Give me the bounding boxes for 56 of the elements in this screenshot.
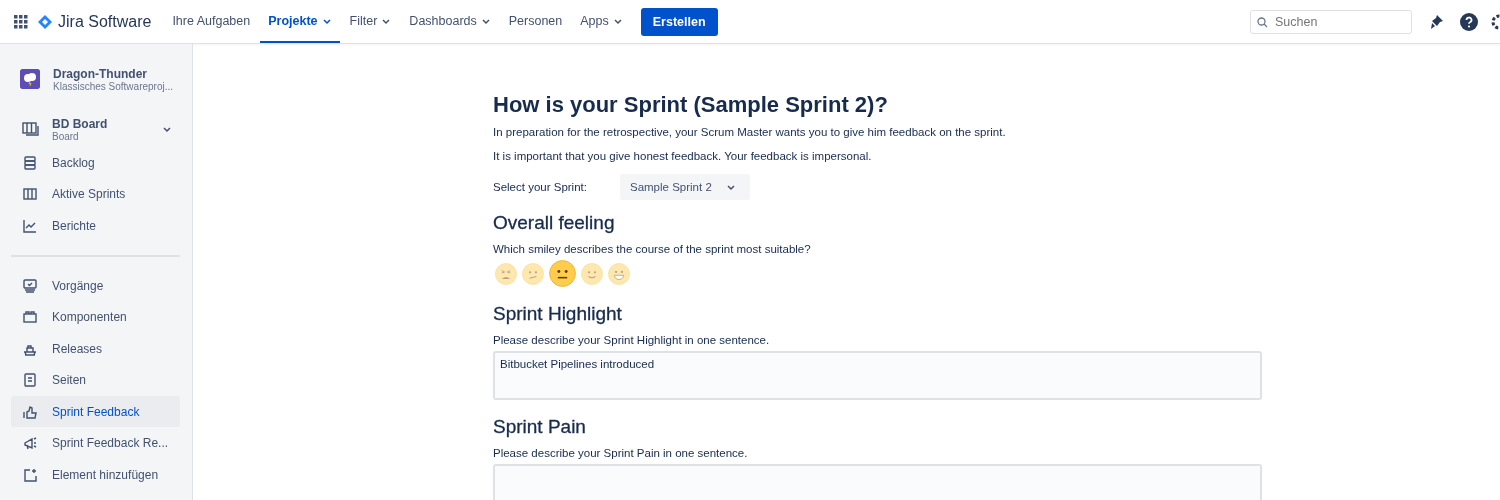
diamond-logo-icon: [38, 14, 52, 29]
sidebar-item[interactable]: Vorgänge: [11, 270, 180, 301]
settings-icon[interactable]: [1490, 12, 1500, 31]
help-icon[interactable]: [1460, 12, 1478, 31]
nav-tab[interactable]: Ihre Aufgaben: [164, 0, 259, 43]
sidebar-item[interactable]: Aktive Sprints: [11, 178, 180, 210]
section-heading: Sprint Highlight: [493, 303, 623, 325]
sprint-dropdown[interactable]: Sample Sprint 2: [619, 174, 750, 200]
field-label: Select your Sprint:: [493, 181, 587, 193]
intro-text: In preparation for the retrospective, your Scrum Master wants you to give him feedback on the sprint.: [493, 126, 1007, 138]
product-name[interactable]: Jira Software: [58, 12, 152, 31]
nav-tab[interactable]: Projekte: [260, 0, 340, 43]
page-title: How is your Sprint (Sample Sprint 2)?: [493, 92, 889, 118]
page-icon: [22, 372, 38, 388]
megaphone-icon: [22, 435, 38, 451]
nav-tab[interactable]: Apps: [572, 0, 631, 43]
chevron-down-icon: [725, 182, 736, 192]
columns-icon: [22, 186, 38, 202]
add-item-icon: [22, 466, 38, 483]
neutral-face-icon[interactable]: [549, 260, 576, 287]
sidebar-item[interactable]: Komponenten: [11, 301, 180, 333]
sidebar-item[interactable]: Releases: [11, 333, 180, 364]
sidebar-item[interactable]: Backlog: [11, 147, 180, 178]
answer-field[interactable]: Bitbucket Pipelines introduced: [493, 351, 1262, 400]
stack-icon: [22, 154, 38, 171]
chevron-down-icon: [162, 124, 172, 134]
sidebar-item[interactable]: Sprint Feedback Re...: [11, 427, 180, 459]
question-text: Please describe your Sprint Highlight in one sentence.: [493, 334, 771, 346]
box-icon: [22, 309, 38, 325]
nav-tab[interactable]: Personen: [500, 0, 571, 43]
answer-field[interactable]: [493, 464, 1262, 500]
monitor-icon: [22, 277, 38, 294]
question-text: Please describe your Sprint Pain in one sentence.: [493, 447, 749, 459]
intro-text: It is important that you give honest feedback. Your feedback is impersonal.: [493, 150, 873, 162]
sidebar-item[interactable]: Seiten: [11, 364, 180, 396]
line-chart-icon: [22, 217, 38, 234]
sidebar-item[interactable]: Berichte: [11, 210, 180, 241]
sidebar-item[interactable]: Element hinzufügen: [11, 459, 180, 490]
sidebar-item[interactable]: Sprint Feedback: [11, 396, 180, 427]
board-subtitle: Board: [52, 130, 80, 142]
notification-icon[interactable]: [1428, 13, 1444, 30]
project-name[interactable]: Dragon-Thunder: [53, 66, 174, 81]
board-name[interactable]: BD Board: [52, 116, 108, 131]
thumbs-up-icon: [22, 403, 38, 420]
nav-tab[interactable]: Dashboards: [401, 0, 499, 43]
question-text: Which smiley describes the course of the sprint most suitable?: [493, 243, 812, 255]
app-grid-icon[interactable]: [14, 14, 28, 29]
nav-tab[interactable]: Filter: [341, 0, 400, 43]
section-heading: Overall feeling: [493, 212, 616, 234]
search-field[interactable]: Suchen: [1250, 9, 1412, 34]
project-avatar-icon[interactable]: [20, 69, 40, 89]
create-button[interactable]: Erstellen: [640, 7, 718, 36]
section-heading: Sprint Pain: [493, 416, 587, 438]
board-icon[interactable]: [22, 121, 40, 137]
project-type: Klassisches Softwareproj...: [53, 80, 174, 92]
search-icon: [1257, 16, 1268, 28]
